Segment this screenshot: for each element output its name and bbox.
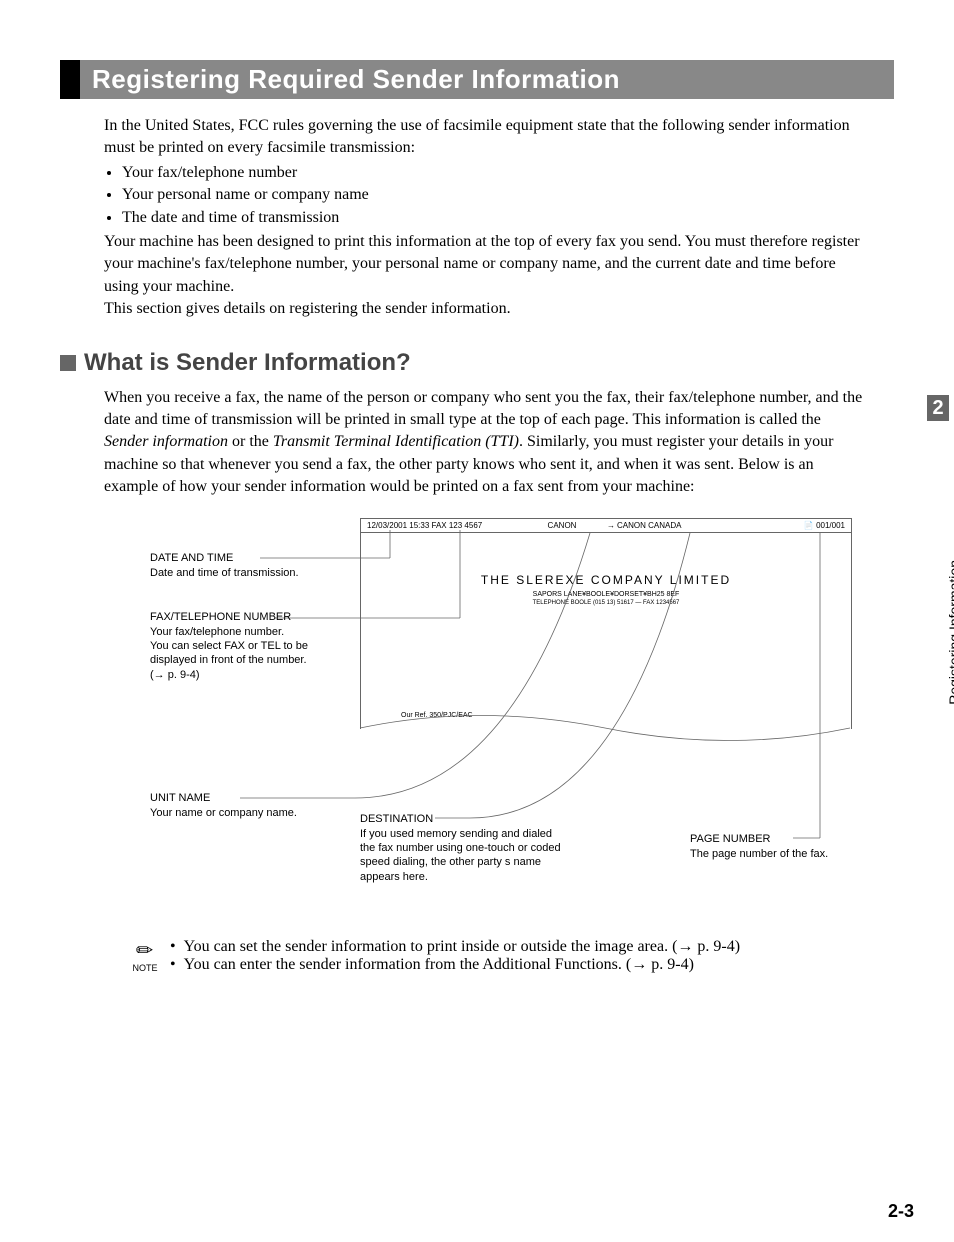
sub-intro-mid: or the (228, 433, 273, 450)
callout-fax-tel-label: FAX/TELEPHONE NUMBER (150, 610, 340, 624)
intro-p3: This section gives details on registerin… (104, 298, 864, 320)
heading-black-bar (60, 60, 80, 99)
intro-p1: In the United States, FCC rules governin… (104, 115, 864, 160)
sender-info-term: Sender information (104, 433, 228, 450)
subheading: What is Sender Information? (84, 349, 411, 377)
fax-header-row: 12/03/2001 15:33 FAX 123 4567 CANON → CA… (361, 519, 851, 533)
main-heading: Registering Required Sender Information (80, 60, 894, 99)
sender-info-diagram: 12/03/2001 15:33 FAX 123 4567 CANON → CA… (160, 518, 880, 918)
fax-header-dest: CANON CANADA (617, 521, 737, 530)
callout-destination: DESTINATION If you used memory sending a… (360, 812, 570, 883)
main-heading-bar: Registering Required Sender Information (60, 60, 894, 99)
note-item-1: You can set the sender information to pr… (184, 938, 740, 956)
callout-page-number-label: PAGE NUMBER (690, 832, 850, 846)
fax-header-datetime: 12/03/2001 15:33 FAX 123 4567 (367, 521, 517, 530)
note-item-2: You can enter the sender information fro… (184, 956, 694, 974)
sub-intro-block: When you receive a fax, the name of the … (104, 387, 864, 499)
side-chapter-number: 2 (927, 395, 949, 421)
intro-block: In the United States, FCC rules governin… (104, 115, 864, 321)
callout-unit-name-desc: Your name or company name. (150, 806, 340, 820)
callout-page-number: PAGE NUMBER The page number of the fax. (690, 832, 850, 861)
note-section: ✎ NOTE •You can set the sender informati… (120, 938, 894, 974)
intro-p2: Your machine has been designed to print … (104, 231, 864, 298)
callout-date-time: DATE AND TIME Date and time of transmiss… (150, 551, 340, 580)
intro-bullet-3: The date and time of transmission (122, 207, 864, 229)
callout-unit-name: UNIT NAME Your name or company name. (150, 791, 340, 820)
page-icon: 📄 (804, 521, 814, 530)
callout-date-time-desc: Date and time of transmission. (150, 566, 340, 580)
note-list: •You can set the sender information to p… (170, 938, 740, 974)
callout-date-time-label: DATE AND TIME (150, 551, 340, 565)
callout-page-number-desc: The page number of the fax. (690, 847, 850, 861)
fax-sample-page: 12/03/2001 15:33 FAX 123 4567 CANON → CA… (360, 518, 852, 729)
sub-intro-pre: When you receive a fax, the name of the … (104, 389, 862, 428)
callout-fax-tel: FAX/TELEPHONE NUMBER Your fax/telephone … (150, 610, 340, 681)
fax-body: THE SLEREXE COMPANY LIMITED SAPORS LANE¥… (361, 533, 851, 606)
fax-phone: TELEPHONE BOOLE (015 13) 51617 — FAX 123… (361, 600, 851, 606)
callout-fax-tel-desc: Your fax/telephone number. You can selec… (150, 625, 340, 682)
page-number-footer: 2-3 (888, 1201, 914, 1222)
intro-bullet-1: Your fax/telephone number (122, 162, 864, 184)
callout-destination-desc: If you used memory sending and dialed th… (360, 827, 570, 884)
side-chapter-label: Registering Information (946, 560, 954, 705)
intro-bullet-2: Your personal name or company name (122, 184, 864, 206)
subheading-row: What is Sender Information? (60, 349, 894, 377)
callout-unit-name-label: UNIT NAME (150, 791, 340, 805)
tti-term: Transmit Terminal Identification (TTI) (273, 433, 519, 450)
fax-company: THE SLEREXE COMPANY LIMITED (361, 573, 851, 587)
fax-header-unit: CANON (517, 521, 607, 530)
callout-destination-label: DESTINATION (360, 812, 570, 826)
fax-ref: Our Ref. 350/PJC/EAC (401, 712, 473, 719)
fax-address: SAPORS LANE¥BOOLE¥DORSET¥BH25 8EF (361, 591, 851, 598)
note-icon-column: ✎ NOTE (120, 938, 170, 973)
fax-header-page: 001/001 (816, 521, 845, 530)
fax-header-arrow-icon: → (607, 521, 617, 530)
subheading-square-icon (60, 355, 76, 371)
